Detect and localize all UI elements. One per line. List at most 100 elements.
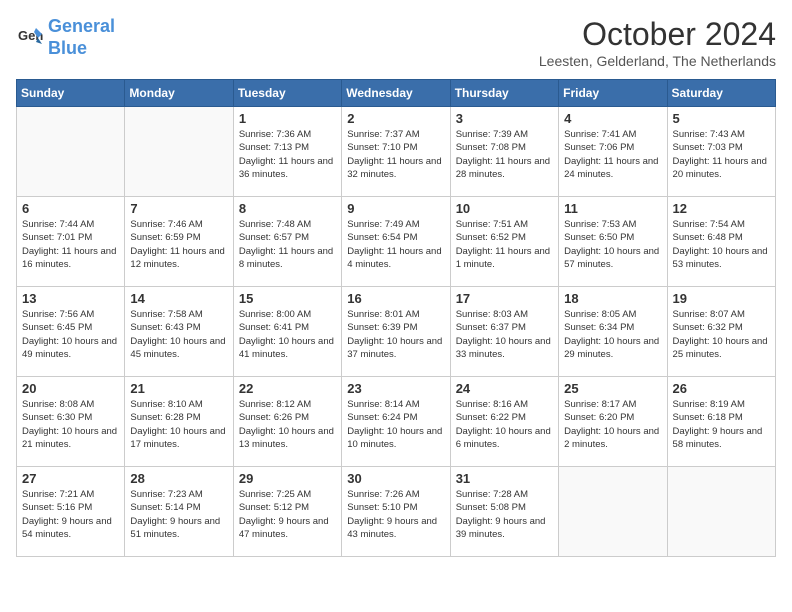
day-info: Sunrise: 7:48 AM Sunset: 6:57 PM Dayligh… <box>239 218 336 271</box>
day-number: 31 <box>456 471 553 486</box>
day-info: Sunrise: 7:56 AM Sunset: 6:45 PM Dayligh… <box>22 308 119 361</box>
day-info: Sunrise: 8:03 AM Sunset: 6:37 PM Dayligh… <box>456 308 553 361</box>
day-info: Sunrise: 7:43 AM Sunset: 7:03 PM Dayligh… <box>673 128 770 181</box>
calendar-cell: 12 Sunrise: 7:54 AM Sunset: 6:48 PM Dayli… <box>667 197 775 287</box>
calendar-cell: 30Sunrise: 7:26 AM Sunset: 5:10 PM Dayli… <box>342 467 450 557</box>
calendar-cell <box>667 467 775 557</box>
weekday-header-monday: Monday <box>125 80 233 107</box>
month-title: October 2024 <box>539 16 776 53</box>
title-block: October 2024 Leesten, Gelderland, The Ne… <box>539 16 776 69</box>
calendar-cell: 1 Sunrise: 7:36 AM Sunset: 7:13 PM Daylig… <box>233 107 341 197</box>
day-number: 1 <box>239 111 336 126</box>
calendar-cell: 13Sunrise: 7:56 AM Sunset: 6:45 PM Dayli… <box>17 287 125 377</box>
day-info: Sunrise: 7:58 AM Sunset: 6:43 PM Dayligh… <box>130 308 227 361</box>
day-info: Sunrise: 8:00 AM Sunset: 6:41 PM Dayligh… <box>239 308 336 361</box>
day-info: Sunrise: 8:16 AM Sunset: 6:22 PM Dayligh… <box>456 398 553 451</box>
logo: Gen General Blue <box>16 16 115 59</box>
calendar-cell: 11Sunrise: 7:53 AM Sunset: 6:50 PM Dayli… <box>559 197 667 287</box>
calendar-cell: 24 Sunrise: 8:16 AM Sunset: 6:22 PM Dayli… <box>450 377 558 467</box>
day-info: Sunrise: 7:28 AM Sunset: 5:08 PM Dayligh… <box>456 488 553 541</box>
logo-line2: Blue <box>48 38 115 60</box>
day-info: Sunrise: 7:46 AM Sunset: 6:59 PM Dayligh… <box>130 218 227 271</box>
calendar-cell: 4 Sunrise: 7:41 AM Sunset: 7:06 PM Daylig… <box>559 107 667 197</box>
day-number: 6 <box>22 201 119 216</box>
weekday-header-wednesday: Wednesday <box>342 80 450 107</box>
day-number: 23 <box>347 381 444 396</box>
calendar-cell <box>125 107 233 197</box>
weekday-header-saturday: Saturday <box>667 80 775 107</box>
day-info: Sunrise: 7:51 AM Sunset: 6:52 PM Dayligh… <box>456 218 553 271</box>
logo-icon: Gen <box>16 24 44 52</box>
calendar-week-row: 1 Sunrise: 7:36 AM Sunset: 7:13 PM Daylig… <box>17 107 776 197</box>
day-info: Sunrise: 8:07 AM Sunset: 6:32 PM Dayligh… <box>673 308 770 361</box>
calendar-cell: 7Sunrise: 7:46 AM Sunset: 6:59 PM Daylig… <box>125 197 233 287</box>
calendar-cell: 22Sunrise: 8:12 AM Sunset: 6:26 PM Dayli… <box>233 377 341 467</box>
day-info: Sunrise: 7:49 AM Sunset: 6:54 PM Dayligh… <box>347 218 444 271</box>
day-number: 15 <box>239 291 336 306</box>
calendar-cell: 14 Sunrise: 7:58 AM Sunset: 6:43 PM Dayli… <box>125 287 233 377</box>
day-number: 2 <box>347 111 444 126</box>
day-number: 29 <box>239 471 336 486</box>
calendar-week-row: 13Sunrise: 7:56 AM Sunset: 6:45 PM Dayli… <box>17 287 776 377</box>
calendar-cell <box>17 107 125 197</box>
calendar-cell: 18Sunrise: 8:05 AM Sunset: 6:34 PM Dayli… <box>559 287 667 377</box>
calendar-cell: 17 Sunrise: 8:03 AM Sunset: 6:37 PM Dayli… <box>450 287 558 377</box>
day-number: 26 <box>673 381 770 396</box>
day-info: Sunrise: 8:08 AM Sunset: 6:30 PM Dayligh… <box>22 398 119 451</box>
location: Leesten, Gelderland, The Netherlands <box>539 53 776 69</box>
day-info: Sunrise: 7:26 AM Sunset: 5:10 PM Dayligh… <box>347 488 444 541</box>
calendar-cell: 25 Sunrise: 8:17 AM Sunset: 6:20 PM Dayli… <box>559 377 667 467</box>
day-number: 28 <box>130 471 227 486</box>
calendar-cell: 21 Sunrise: 8:10 AM Sunset: 6:28 PM Dayli… <box>125 377 233 467</box>
day-info: Sunrise: 7:41 AM Sunset: 7:06 PM Dayligh… <box>564 128 661 181</box>
day-info: Sunrise: 8:14 AM Sunset: 6:24 PM Dayligh… <box>347 398 444 451</box>
day-info: Sunrise: 7:37 AM Sunset: 7:10 PM Dayligh… <box>347 128 444 181</box>
day-info: Sunrise: 7:36 AM Sunset: 7:13 PM Dayligh… <box>239 128 336 181</box>
weekday-header-tuesday: Tuesday <box>233 80 341 107</box>
calendar-cell: 28 Sunrise: 7:23 AM Sunset: 5:14 PM Dayli… <box>125 467 233 557</box>
day-number: 19 <box>673 291 770 306</box>
day-info: Sunrise: 7:54 AM Sunset: 6:48 PM Dayligh… <box>673 218 770 271</box>
calendar-cell: 5 Sunrise: 7:43 AM Sunset: 7:03 PM Daylig… <box>667 107 775 197</box>
calendar-cell: 15 Sunrise: 8:00 AM Sunset: 6:41 PM Dayli… <box>233 287 341 377</box>
day-info: Sunrise: 8:05 AM Sunset: 6:34 PM Dayligh… <box>564 308 661 361</box>
calendar-cell: 31 Sunrise: 7:28 AM Sunset: 5:08 PM Dayli… <box>450 467 558 557</box>
calendar-cell: 9Sunrise: 7:49 AM Sunset: 6:54 PM Daylig… <box>342 197 450 287</box>
calendar-cell: 29 Sunrise: 7:25 AM Sunset: 5:12 PM Dayli… <box>233 467 341 557</box>
day-number: 14 <box>130 291 227 306</box>
calendar-cell: 19 Sunrise: 8:07 AM Sunset: 6:32 PM Dayli… <box>667 287 775 377</box>
day-number: 3 <box>456 111 553 126</box>
day-info: Sunrise: 8:19 AM Sunset: 6:18 PM Dayligh… <box>673 398 770 451</box>
calendar-cell: 16Sunrise: 8:01 AM Sunset: 6:39 PM Dayli… <box>342 287 450 377</box>
day-number: 8 <box>239 201 336 216</box>
day-info: Sunrise: 7:53 AM Sunset: 6:50 PM Dayligh… <box>564 218 661 271</box>
day-number: 17 <box>456 291 553 306</box>
day-number: 16 <box>347 291 444 306</box>
day-number: 10 <box>456 201 553 216</box>
day-info: Sunrise: 7:23 AM Sunset: 5:14 PM Dayligh… <box>130 488 227 541</box>
day-number: 12 <box>673 201 770 216</box>
day-info: Sunrise: 7:25 AM Sunset: 5:12 PM Dayligh… <box>239 488 336 541</box>
day-number: 21 <box>130 381 227 396</box>
day-info: Sunrise: 8:10 AM Sunset: 6:28 PM Dayligh… <box>130 398 227 451</box>
day-info: Sunrise: 8:12 AM Sunset: 6:26 PM Dayligh… <box>239 398 336 451</box>
calendar-week-row: 6 Sunrise: 7:44 AM Sunset: 7:01 PM Daylig… <box>17 197 776 287</box>
day-number: 27 <box>22 471 119 486</box>
calendar-cell: 10 Sunrise: 7:51 AM Sunset: 6:52 PM Dayli… <box>450 197 558 287</box>
weekday-header-thursday: Thursday <box>450 80 558 107</box>
page-header: Gen General Blue October 2024 Leesten, G… <box>16 16 776 69</box>
day-number: 5 <box>673 111 770 126</box>
calendar-week-row: 27Sunrise: 7:21 AM Sunset: 5:16 PM Dayli… <box>17 467 776 557</box>
weekday-header-sunday: Sunday <box>17 80 125 107</box>
day-number: 20 <box>22 381 119 396</box>
calendar-cell: 23 Sunrise: 8:14 AM Sunset: 6:24 PM Dayli… <box>342 377 450 467</box>
calendar-cell: 3Sunrise: 7:39 AM Sunset: 7:08 PM Daylig… <box>450 107 558 197</box>
logo-text: General Blue <box>48 16 115 59</box>
day-info: Sunrise: 7:44 AM Sunset: 7:01 PM Dayligh… <box>22 218 119 271</box>
day-number: 25 <box>564 381 661 396</box>
calendar-cell: 26 Sunrise: 8:19 AM Sunset: 6:18 PM Dayli… <box>667 377 775 467</box>
day-number: 24 <box>456 381 553 396</box>
logo-line1: General <box>48 16 115 38</box>
day-info: Sunrise: 8:17 AM Sunset: 6:20 PM Dayligh… <box>564 398 661 451</box>
day-number: 4 <box>564 111 661 126</box>
